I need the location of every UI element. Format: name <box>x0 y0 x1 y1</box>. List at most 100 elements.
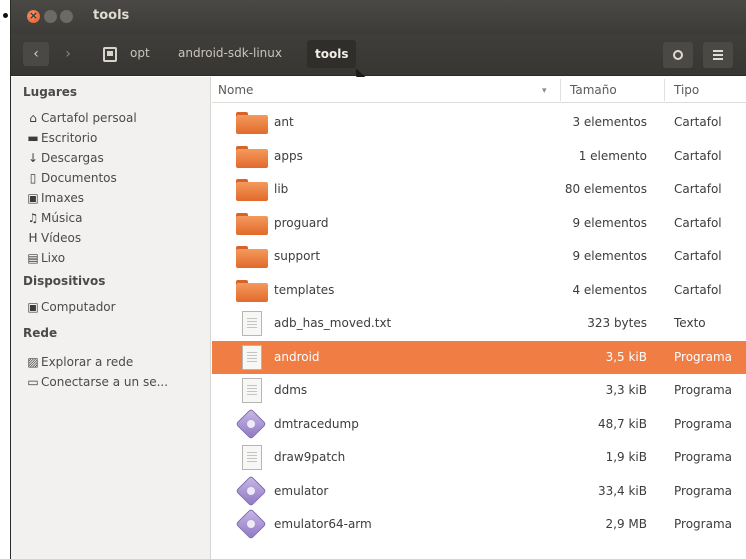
sort-descending-icon: ▾ <box>542 86 547 96</box>
file-type: Cartafol <box>674 148 722 163</box>
film-icon: H <box>28 231 38 245</box>
file-name: lib <box>274 182 289 196</box>
executable-icon <box>235 407 267 440</box>
search-icon <box>673 50 683 60</box>
close-icon: × <box>28 9 39 22</box>
folder-icon <box>236 246 268 268</box>
sidebar-heading-devices: Dispositivos <box>23 274 106 288</box>
breadcrumb-opt[interactable]: opt <box>130 46 150 60</box>
file-type: Programa <box>674 349 732 364</box>
file-size: 2,9 MB <box>605 517 647 531</box>
network-icon: ▨ <box>27 355 39 369</box>
sidebar-item-browse-network[interactable]: ▨ Explorar a rede <box>27 352 133 372</box>
title-bar: × tools <box>11 0 746 34</box>
file-row[interactable]: dmtracedump 48,7 kiB Programa <box>212 407 746 441</box>
file-row[interactable]: support 9 elementos Cartafol <box>212 240 746 273</box>
file-row[interactable]: emulator64-arm 2,9 MB Programa <box>212 508 746 541</box>
file-type: Programa <box>674 383 732 397</box>
sidebar-item-computer[interactable]: ▣ Computador <box>27 297 115 317</box>
file-size: 48,7 kiB <box>597 416 647 431</box>
hamburger-menu-icon <box>713 50 723 60</box>
file-row[interactable]: lib 80 elementos Cartafol <box>212 173 746 206</box>
column-separator <box>664 79 665 101</box>
file-name: draw9patch <box>274 450 346 464</box>
file-row[interactable]: proguard 9 elementos Cartafol <box>212 207 746 240</box>
executable-icon <box>235 508 267 540</box>
sidebar-item-pictures[interactable]: ▣ Imaxes <box>27 188 84 208</box>
sidebar-item-desktop[interactable]: ▬ Escritorio <box>27 128 97 148</box>
file-type: Texto <box>674 316 706 330</box>
file-name: proguard <box>274 215 329 230</box>
sidebar-item-home[interactable]: ⌂ Cartafol persoal <box>27 108 136 128</box>
file-row[interactable]: apps 1 elemento Cartafol <box>212 140 746 173</box>
trash-icon: ▤ <box>27 251 39 265</box>
desktop-icon: ▬ <box>27 131 39 145</box>
file-row[interactable]: emulator 33,4 kiB Programa <box>212 474 746 508</box>
file-name: templates <box>274 282 335 297</box>
file-size: 1 elemento <box>578 148 647 163</box>
file-size: 3 elementos <box>572 115 647 129</box>
sidebar-heading-network: Rede <box>23 326 58 340</box>
file-type: Cartafol <box>674 115 722 129</box>
sidebar-item-connect-server[interactable]: ▭ Conectarse a un se... <box>27 372 168 392</box>
root-drive-icon[interactable] <box>103 47 117 62</box>
file-size: 33,4 kiB <box>597 483 647 498</box>
file-name: ant <box>274 115 294 129</box>
document-icon: ▯ <box>29 171 37 185</box>
file-row[interactable]: android 3,5 kiB Programa <box>212 340 746 374</box>
close-window-button[interactable]: × <box>27 9 40 23</box>
file-row[interactable]: ant 3 elementos Cartafol <box>212 106 746 139</box>
file-row[interactable]: templates 4 elementos Cartafol <box>212 274 746 307</box>
file-row[interactable]: adb_has_moved.txt 323 bytes Texto <box>212 307 746 340</box>
breadcrumb-tools[interactable]: tools <box>307 40 357 68</box>
file-size: 323 bytes <box>587 316 647 330</box>
chevron-left-icon: ‹ <box>33 46 39 62</box>
folder-icon <box>236 179 268 201</box>
file-type: Cartafol <box>674 182 722 196</box>
folder-icon <box>236 145 268 168</box>
sidebar-item-documents[interactable]: ▯ Documentos <box>27 168 117 188</box>
file-type: Cartafol <box>674 282 722 297</box>
file-type: Cartafol <box>674 215 722 230</box>
column-header-row: Nome ▾ Tamaño Tipo <box>212 77 746 103</box>
file-row[interactable]: ddms 3,3 kiB Programa <box>212 374 746 407</box>
column-header-size[interactable]: Tamaño <box>570 83 617 97</box>
file-type: Programa <box>674 416 732 431</box>
file-manager-window: × tools ‹ › opt android-sdk-linux tools … <box>10 0 746 559</box>
sidebar-item-music[interactable]: ♫ Música <box>27 208 83 228</box>
column-header-type[interactable]: Tipo <box>674 83 699 97</box>
sidebar-item-downloads[interactable]: ↓ Descargas <box>27 148 104 168</box>
file-row[interactable]: draw9patch 1,9 kiB Programa <box>212 441 746 474</box>
script-file-icon <box>242 344 262 370</box>
computer-icon: ▣ <box>27 300 39 314</box>
back-button[interactable]: ‹ <box>23 42 49 66</box>
music-icon: ♫ <box>27 211 39 225</box>
file-type: Cartafol <box>674 249 722 263</box>
forward-button[interactable]: › <box>55 42 81 66</box>
file-name: ddms <box>274 383 308 397</box>
sidebar-item-trash[interactable]: ▤ Lixo <box>27 248 65 268</box>
bullet-point <box>3 13 8 18</box>
breadcrumb-android-sdk-linux[interactable]: android-sdk-linux <box>178 46 282 60</box>
file-name: dmtracedump <box>274 416 359 431</box>
file-type: Programa <box>674 483 732 498</box>
chevron-right-icon: › <box>65 46 71 62</box>
minimize-window-button[interactable] <box>44 10 57 23</box>
sidebar-item-videos[interactable]: H Vídeos <box>27 228 81 248</box>
file-name: emulator64-arm <box>274 517 372 531</box>
folder-icon <box>236 279 268 302</box>
file-size: 80 elementos <box>564 182 647 196</box>
column-header-name[interactable]: Nome <box>218 83 253 97</box>
file-type: Programa <box>674 517 732 531</box>
search-button[interactable] <box>663 42 693 68</box>
file-name: android <box>274 349 320 364</box>
file-size: 9 elementos <box>572 215 647 230</box>
sidebar-heading-places: Lugares <box>23 85 78 99</box>
home-icon: ⌂ <box>29 111 37 125</box>
folder-icon <box>236 212 268 235</box>
maximize-window-button[interactable] <box>60 10 73 23</box>
file-size: 3,5 kiB <box>605 349 647 364</box>
file-name: emulator <box>274 483 329 498</box>
menu-button[interactable] <box>703 42 733 68</box>
file-name: support <box>274 249 321 263</box>
